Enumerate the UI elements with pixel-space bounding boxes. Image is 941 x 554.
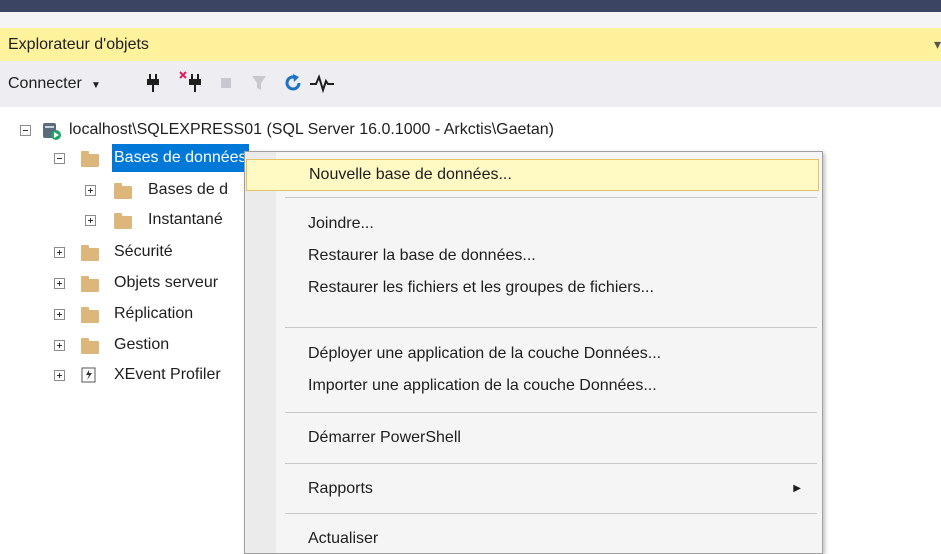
xevent-profiler-label: XEvent Profiler [114,366,221,383]
server-label: localhost\SQLEXPRESS01 (SQL Server 16.0.… [69,121,554,138]
server-running-icon [43,123,61,140]
security-label: Sécurité [114,243,173,260]
expand-icon[interactable] [85,215,96,226]
menu-separator [285,463,817,464]
connect-dropdown-icon[interactable]: ▼ [91,80,101,91]
menu-item-label: Restaurer les fichiers et les groupes de… [308,279,654,296]
menu-item-label: Rapports [308,480,373,497]
collapse-icon[interactable] [54,153,65,164]
menu-item-label: Joindre... [308,215,374,232]
object-explorer-toolbar: Connecter ▼ [0,61,941,107]
menu-item-label: Actualiser [308,530,379,547]
folder-icon [81,245,99,261]
menu-separator [285,197,817,198]
context-menu: Nouvelle base de données... Joindre... R… [244,151,823,554]
databases-label-selected: Bases de données [112,144,249,172]
expand-icon[interactable] [54,278,65,289]
expand-icon[interactable] [54,340,65,351]
replication-label: Réplication [114,305,194,322]
folder-icon [114,183,132,199]
refresh-icon[interactable] [284,73,304,93]
snapshots-label: Instantané [148,211,223,228]
menu-separator [285,412,817,413]
folder-icon [81,338,99,354]
disconnect-plug-icon[interactable] [178,70,206,94]
menu-item-label: Restaurer la base de données... [308,247,536,264]
menu-item-reports[interactable]: Rapports ▶ [246,474,819,504]
folder-icon [81,307,99,323]
menu-item-label: Nouvelle base de données... [309,166,512,183]
object-explorer-title-bar: Explorateur d'objets ▾ [0,28,941,61]
panel-options-icon[interactable]: ▾ [934,36,941,53]
window-top-border [0,0,941,12]
menu-item-restore-files[interactable]: Restaurer les fichiers et les groupes de… [246,273,819,303]
menu-item-refresh[interactable]: Actualiser [246,524,819,553]
menu-item-deploy-dac[interactable]: Déployer une application de la couche Do… [246,339,819,369]
activity-monitor-icon[interactable] [309,73,335,93]
submenu-arrow-icon: ▶ [793,483,801,494]
expand-icon[interactable] [54,370,65,381]
menu-item-start-powershell[interactable]: Démarrer PowerShell [246,423,819,453]
menu-item-import-dac[interactable]: Importer une application de la couche Do… [246,371,819,401]
menu-item-restore-database[interactable]: Restaurer la base de données... [246,241,819,271]
expand-icon[interactable] [54,309,65,320]
menu-separator [285,513,817,514]
expand-icon[interactable] [54,247,65,258]
folder-icon [81,151,99,167]
menu-item-label: Importer une application de la couche Do… [308,377,657,394]
connect-plug-icon[interactable] [143,72,163,94]
folder-icon [114,213,132,229]
menu-item-attach[interactable]: Joindre... [246,209,819,239]
menu-item-new-database[interactable]: Nouvelle base de données... [246,159,819,191]
management-label: Gestion [114,336,170,353]
menu-item-label: Démarrer PowerShell [308,429,461,446]
menu-separator [285,327,817,328]
databases-label: Bases de donn [114,149,221,166]
panel-title: Explorateur d'objets [8,36,149,53]
xevent-profiler-icon [81,367,96,383]
stop-icon[interactable] [221,78,233,90]
menu-item-label: Déployer une application de la couche Do… [308,345,662,362]
system-databases-label: Bases de d [148,181,229,198]
databases-label-tail: ées [220,149,247,166]
connect-button[interactable]: Connecter [8,75,82,93]
collapse-icon[interactable] [20,125,31,136]
expand-icon[interactable] [85,185,96,196]
tree-node-server[interactable]: localhost\SQLEXPRESS01 (SQL Server 16.0.… [0,116,700,144]
window-top-strip [0,12,941,28]
folder-icon [81,276,99,292]
filter-icon[interactable] [251,74,267,92]
server-objects-label: Objets serveur [114,274,219,291]
